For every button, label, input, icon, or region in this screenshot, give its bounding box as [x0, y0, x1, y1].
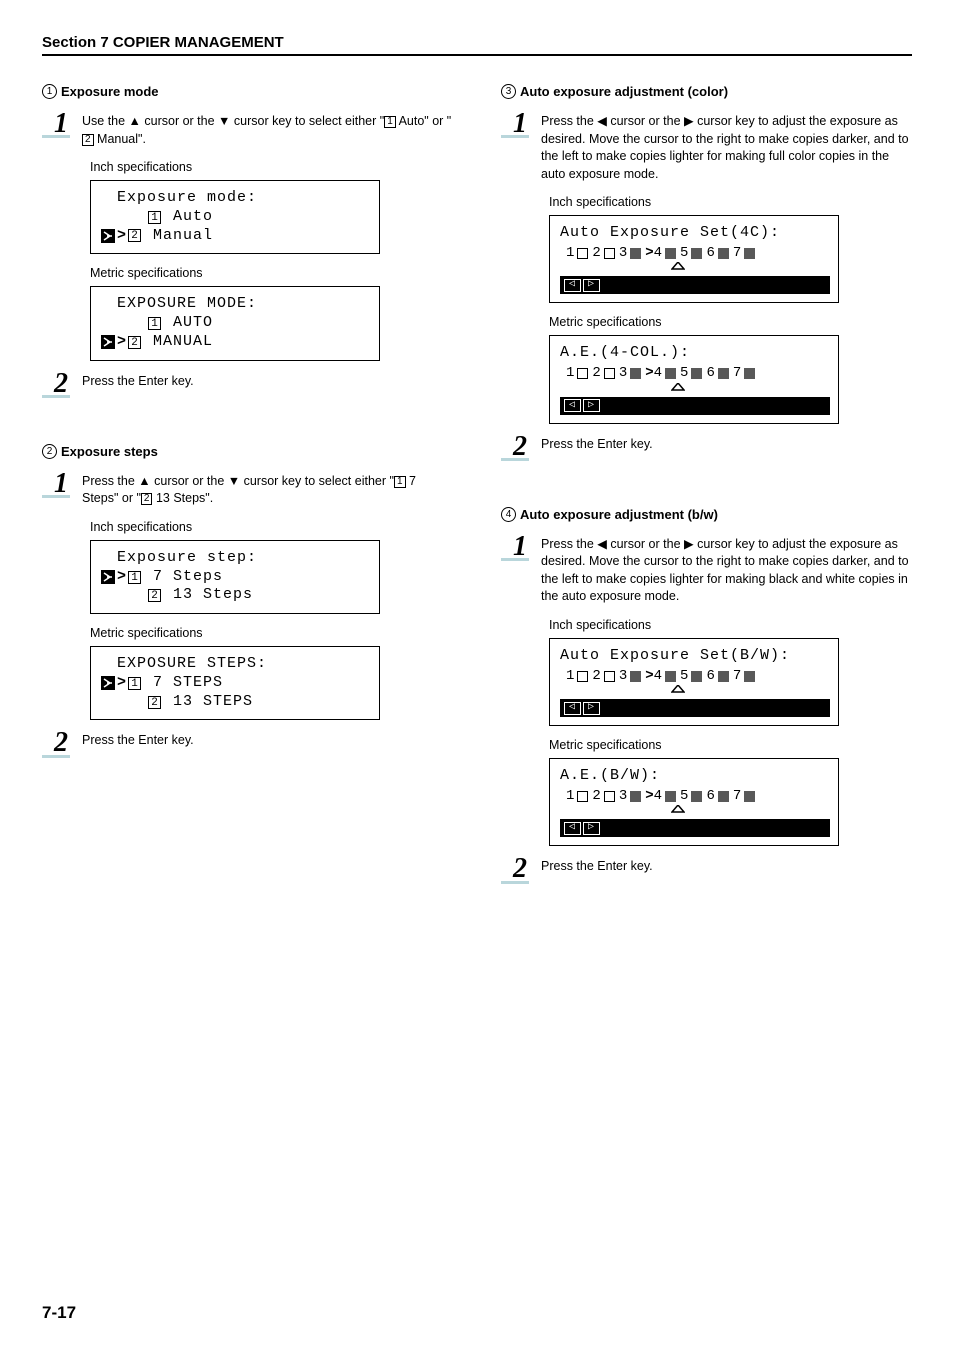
step-text: Press the ◀ cursor or the ▶ cursor key t… — [541, 113, 912, 183]
nav-left-icon: ◁ — [564, 399, 581, 412]
exposure-scale: 123>4567 — [560, 245, 830, 263]
metric-spec-label: Metric specifications — [549, 315, 912, 329]
exposure-scale: 123>4567 — [560, 788, 830, 806]
nav-bar: ◁ ▷ — [560, 699, 830, 717]
step-1-exposure-steps: 1 Press the ▲ cursor or the ▼ cursor key… — [42, 473, 453, 508]
step-number: 1 — [501, 113, 529, 138]
step-1-exposure-mode: 1 Use the ▲ cursor or the ▼ cursor key t… — [42, 113, 453, 148]
nav-bar: ◁ ▷ — [560, 276, 830, 294]
pointer-icon — [101, 229, 115, 243]
lcd-auto-exp-4c-metric: A.E.(4-COL.): 123>4567 ◁ ▷ — [549, 335, 839, 423]
circled-4-icon: 4 — [501, 507, 516, 522]
step-number: 1 — [42, 473, 70, 498]
step-number: 1 — [501, 536, 529, 561]
step-text: Press the ▲ cursor or the ▼ cursor key t… — [82, 473, 453, 508]
step-2-auto-exp-bw: 2 Press the Enter key. — [501, 858, 912, 883]
circled-3-icon: 3 — [501, 84, 516, 99]
heading-text: Exposure steps — [61, 444, 158, 459]
heading-auto-exp-color: 3 Auto exposure adjustment (color) — [501, 84, 912, 99]
step-number: 2 — [42, 732, 70, 757]
step-text: Press the Enter key. — [82, 373, 453, 391]
step-text: Press the ◀ cursor or the ▶ cursor key t… — [541, 536, 912, 606]
nav-left-icon: ◁ — [564, 279, 581, 292]
heading-text: Auto exposure adjustment (color) — [520, 84, 728, 99]
nav-left-icon: ◁ — [564, 822, 581, 835]
step-text: Press the Enter key. — [541, 858, 912, 876]
inch-spec-label: Inch specifications — [90, 160, 453, 174]
heading-exposure-steps: 2 Exposure steps — [42, 444, 453, 459]
heading-text: Auto exposure adjustment (b/w) — [520, 507, 718, 522]
lcd-exposure-mode-metric: EXPOSURE MODE: 1 AUTO >2 MANUAL — [90, 286, 380, 360]
metric-spec-label: Metric specifications — [90, 266, 453, 280]
lcd-exposure-step-metric: EXPOSURE STEPS: >1 7 STEPS 2 13 STEPS — [90, 646, 380, 720]
left-column: 1 Exposure mode 1 Use the ▲ cursor or th… — [42, 84, 453, 896]
step-number: 2 — [501, 436, 529, 461]
metric-spec-label: Metric specifications — [549, 738, 912, 752]
nav-bar: ◁ ▷ — [560, 819, 830, 837]
exposure-scale: 123>4567 — [560, 668, 830, 686]
heading-text: Exposure mode — [61, 84, 159, 99]
pointer-icon — [101, 570, 115, 584]
lcd-auto-exp-bw-metric: A.E.(B/W): 123>4567 ◁ ▷ — [549, 758, 839, 846]
step-1-auto-exp-color: 1 Press the ◀ cursor or the ▶ cursor key… — [501, 113, 912, 183]
step-text: Press the Enter key. — [82, 732, 453, 750]
inch-spec-label: Inch specifications — [549, 195, 912, 209]
step-text: Use the ▲ cursor or the ▼ cursor key to … — [82, 113, 453, 148]
step-number: 2 — [42, 373, 70, 398]
inch-spec-label: Inch specifications — [90, 520, 453, 534]
lcd-auto-exp-4c-inch: Auto Exposure Set(4C): 123>4567 ◁ ▷ — [549, 215, 839, 303]
heading-auto-exp-bw: 4 Auto exposure adjustment (b/w) — [501, 507, 912, 522]
metric-spec-label: Metric specifications — [90, 626, 453, 640]
step-2-auto-exp-color: 2 Press the Enter key. — [501, 436, 912, 461]
lcd-exposure-step-inch: Exposure step: >1 7 Steps 2 13 Steps — [90, 540, 380, 614]
right-column: 3 Auto exposure adjustment (color) 1 Pre… — [501, 84, 912, 896]
step-number: 2 — [501, 858, 529, 883]
pointer-icon — [101, 676, 115, 690]
nav-right-icon: ▷ — [583, 822, 600, 835]
heading-exposure-mode: 1 Exposure mode — [42, 84, 453, 99]
section-title: Section 7 COPIER MANAGEMENT — [42, 34, 912, 56]
inch-spec-label: Inch specifications — [549, 618, 912, 632]
exposure-scale: 123>4567 — [560, 365, 830, 383]
nav-right-icon: ▷ — [583, 279, 600, 292]
nav-right-icon: ▷ — [583, 702, 600, 715]
step-text: Press the Enter key. — [541, 436, 912, 454]
step-1-auto-exp-bw: 1 Press the ◀ cursor or the ▶ cursor key… — [501, 536, 912, 606]
circled-1-icon: 1 — [42, 84, 57, 99]
page-number: 7-17 — [42, 1303, 76, 1323]
step-2-exposure-steps: 2 Press the Enter key. — [42, 732, 453, 757]
nav-bar: ◁ ▷ — [560, 397, 830, 415]
nav-right-icon: ▷ — [583, 399, 600, 412]
circled-2-icon: 2 — [42, 444, 57, 459]
nav-left-icon: ◁ — [564, 702, 581, 715]
step-2-exposure-mode: 2 Press the Enter key. — [42, 373, 453, 398]
step-number: 1 — [42, 113, 70, 138]
pointer-icon — [101, 335, 115, 349]
lcd-auto-exp-bw-inch: Auto Exposure Set(B/W): 123>4567 ◁ ▷ — [549, 638, 839, 726]
lcd-exposure-mode-inch: Exposure mode: 1 Auto >2 Manual — [90, 180, 380, 254]
